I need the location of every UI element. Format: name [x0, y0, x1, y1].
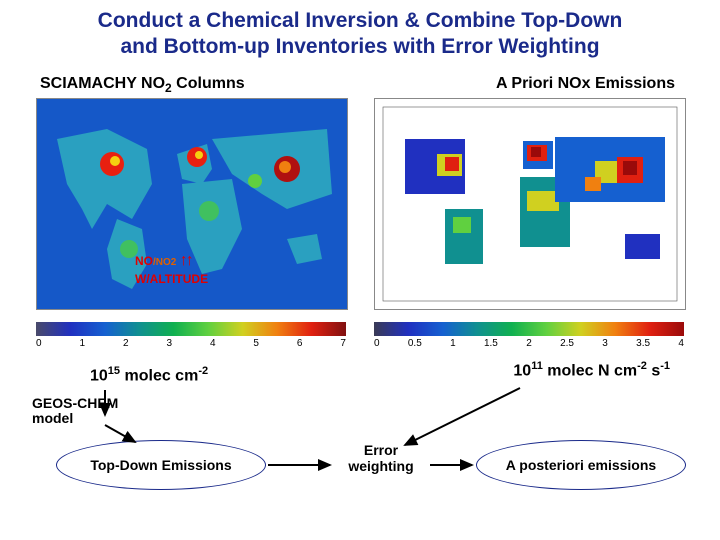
tick: 1.5 [484, 338, 498, 349]
model-label: GEOS-CHEM model [32, 396, 118, 427]
anno-altitude: W/ALTITUDE [135, 272, 208, 286]
left-map-title-pre: SCIAMACHY NO [40, 75, 165, 92]
tick: 0.5 [408, 338, 422, 349]
up-arrows-icon: ↑↑ [180, 252, 192, 269]
page-title: Conduct a Chemical Inversion & Combine T… [0, 0, 720, 65]
tick: 2 [526, 338, 532, 349]
right-map-title: A Priori NOx Emissions [496, 75, 675, 93]
tick: 2 [123, 338, 129, 349]
left-map-title-post: Columns [172, 75, 245, 92]
tick: 6 [297, 338, 303, 349]
right-world-heatmap [374, 98, 684, 308]
tick: 5 [253, 338, 259, 349]
tick: 3 [166, 338, 172, 349]
tick: 1 [450, 338, 456, 349]
model-line2: model [32, 410, 73, 426]
u: molec cm [120, 367, 198, 384]
tick: 4 [210, 338, 216, 349]
a-posteriori-bubble: A posteriori emissions [476, 440, 686, 490]
u: 10 [513, 362, 531, 379]
title-line-2: and Bottom-up Inventories with Error Wei… [120, 35, 599, 58]
err-line1: Error [364, 442, 398, 458]
anno-no-label: NO/NO2 ↑↑ [135, 252, 192, 270]
anno-no2-text: /NO2 [153, 257, 176, 268]
left-units: 1015 molec cm-2 [90, 365, 208, 385]
u: 15 [108, 365, 120, 377]
tick: 7 [340, 338, 346, 349]
error-weighting-label: Error weighting [336, 442, 426, 474]
u: -2 [637, 360, 647, 372]
tick: 4 [678, 338, 684, 349]
tick: 3.5 [636, 338, 650, 349]
u: -1 [660, 360, 670, 372]
u: 10 [90, 367, 108, 384]
right-units: 1011 molec N cm-2 s-1 [513, 360, 670, 380]
tick: 0 [36, 338, 42, 349]
left-map-title: SCIAMACHY NO2 Columns [40, 75, 245, 95]
anno-no-text: NO [135, 254, 153, 268]
left-colorbar [36, 322, 346, 336]
left-map-title-sub: 2 [165, 81, 172, 95]
tick: 0 [374, 338, 380, 349]
left-colorbar-ticks: 0 1 2 3 4 5 6 7 [36, 338, 346, 349]
right-colorbar [374, 322, 684, 336]
u: -2 [198, 365, 208, 377]
top-down-bubble: Top-Down Emissions [56, 440, 266, 490]
u: s [647, 362, 660, 379]
right-colorbar-ticks: 0 0.5 1 1.5 2 2.5 3 3.5 4 [374, 338, 684, 349]
title-line-1: Conduct a Chemical Inversion & Combine T… [98, 9, 623, 32]
err-line2: weighting [348, 458, 413, 474]
model-line1: GEOS-CHEM [32, 395, 118, 411]
u: molec N cm [543, 362, 637, 379]
tick: 2.5 [560, 338, 574, 349]
tick: 1 [79, 338, 85, 349]
u: 11 [531, 360, 543, 372]
tick: 3 [602, 338, 608, 349]
